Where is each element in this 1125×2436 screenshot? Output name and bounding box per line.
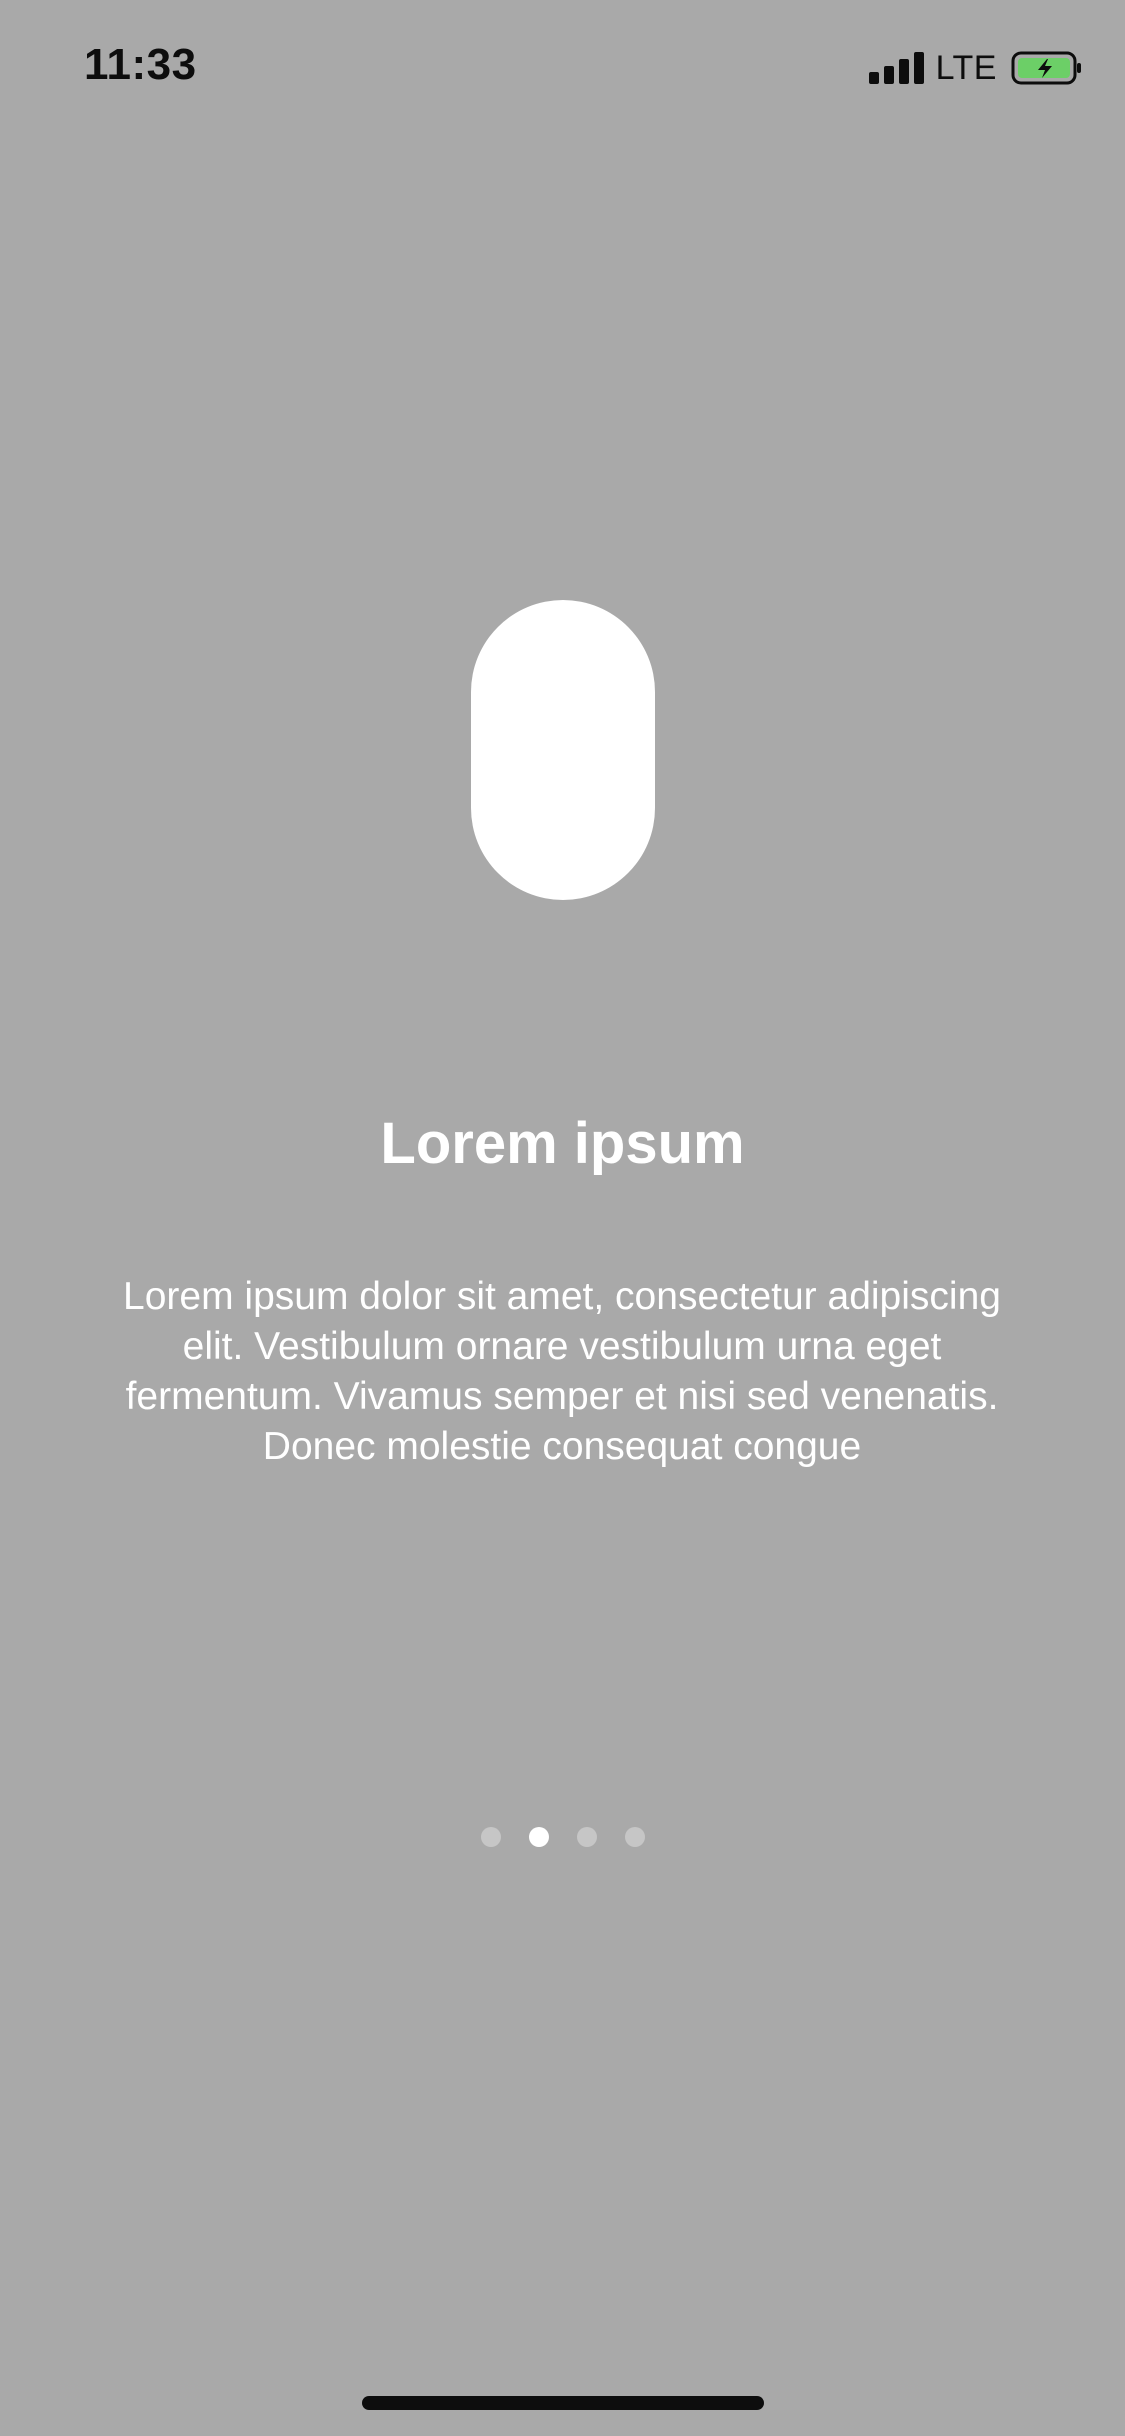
page-dot-3[interactable] xyxy=(576,1827,597,1847)
page-dot-4[interactable] xyxy=(624,1827,645,1847)
page-indicator[interactable] xyxy=(0,1827,1125,1847)
home-indicator[interactable] xyxy=(362,2396,764,2410)
onboarding-screen: 11:33 LTE Lorem ipsum Lorem ipsum dolor … xyxy=(0,0,1125,2436)
status-indicators: LTE xyxy=(868,48,1083,88)
battery-charging-icon xyxy=(1011,51,1081,85)
network-type: LTE xyxy=(935,48,997,87)
onboarding-illustration xyxy=(471,600,655,900)
status-time: 11:33 xyxy=(84,40,197,89)
page-dot-1[interactable] xyxy=(480,1827,501,1847)
cellular-signal-icon xyxy=(868,52,924,84)
page-dot-2-active[interactable] xyxy=(528,1827,549,1847)
onboarding-title: Lorem ipsum xyxy=(380,1111,745,1176)
onboarding-description: Lorem ipsum dolor sit amet, consectetur … xyxy=(123,1275,1001,1468)
